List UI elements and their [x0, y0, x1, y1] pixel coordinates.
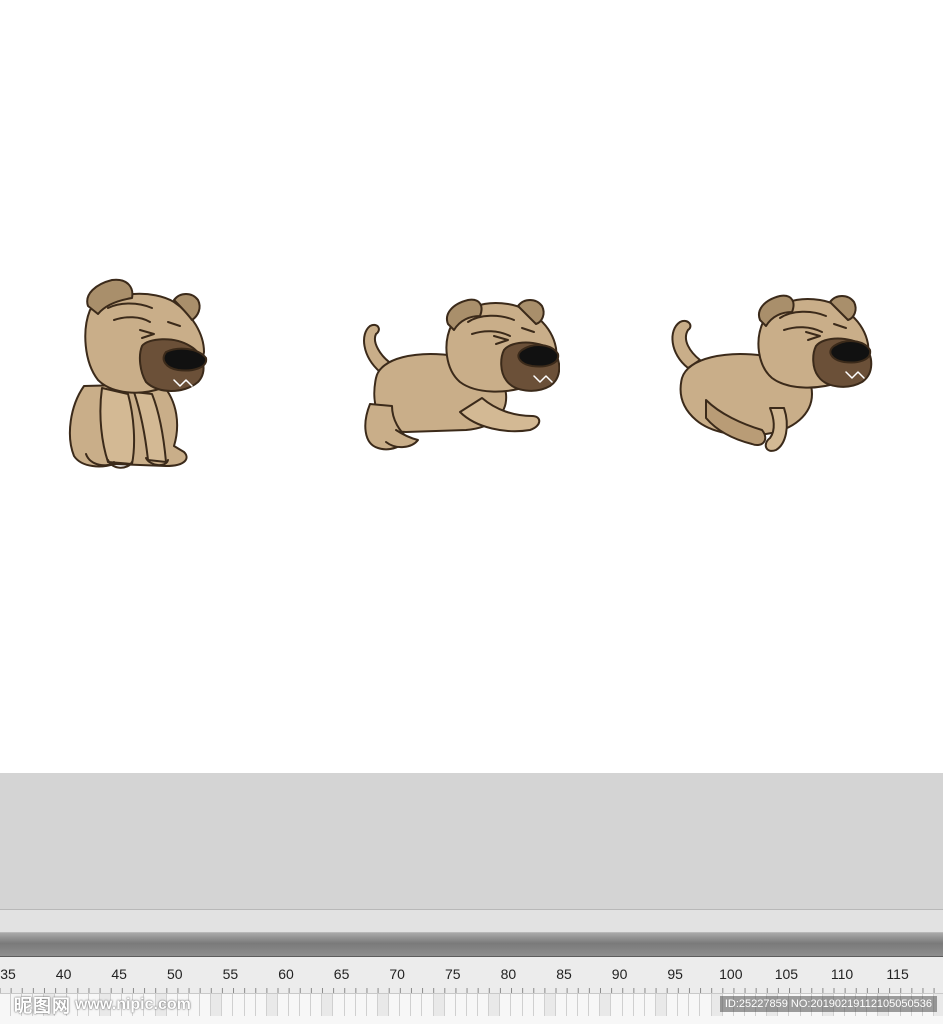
- frame-cell[interactable]: [222, 994, 234, 1016]
- frame-cell[interactable]: [322, 994, 334, 1016]
- frame-cell[interactable]: [423, 994, 434, 1016]
- ruler-label: 55: [222, 966, 239, 982]
- frame-cell[interactable]: [701, 994, 712, 1016]
- frame-cell[interactable]: [300, 994, 312, 1016]
- ruler-label: 75: [445, 966, 461, 982]
- ruler-label: 45: [111, 966, 127, 982]
- frame-cell[interactable]: [345, 994, 356, 1016]
- ruler-label: 115: [886, 966, 909, 982]
- frame-cell[interactable]: [512, 994, 523, 1016]
- frame-cell[interactable]: [634, 994, 645, 1016]
- frame-cell[interactable]: [478, 994, 490, 1016]
- frame-cell[interactable]: [645, 994, 656, 1016]
- frame-cell[interactable]: [445, 994, 456, 1016]
- frame-cell[interactable]: [0, 994, 11, 1016]
- frame-cell[interactable]: [567, 994, 579, 1016]
- frame-cell[interactable]: [234, 994, 245, 1016]
- timeline-header-bar[interactable]: [0, 933, 943, 957]
- ruler-label: 90: [611, 966, 628, 982]
- frame-cell[interactable]: [656, 994, 668, 1016]
- ruler-label: 65: [333, 966, 350, 982]
- frame-cell[interactable]: [589, 994, 601, 1016]
- frame-cell[interactable]: [334, 994, 345, 1016]
- ruler-label: 105: [774, 966, 799, 982]
- frame-cell[interactable]: [623, 994, 634, 1016]
- frame-cell[interactable]: [400, 994, 412, 1016]
- watermark-url: www.nipic.com: [75, 996, 191, 1013]
- ruler-label: 95: [667, 966, 683, 982]
- frame-cell[interactable]: [556, 994, 567, 1016]
- frame-cell[interactable]: [689, 994, 701, 1016]
- ruler-label: 40: [55, 966, 72, 982]
- crouching-dog[interactable]: [356, 294, 560, 456]
- ruler-label: 110: [830, 966, 854, 982]
- frame-cell[interactable]: [500, 994, 512, 1016]
- ruler-label: 100: [719, 966, 743, 982]
- frame-cell[interactable]: [612, 994, 623, 1016]
- leaping-dog[interactable]: [666, 290, 878, 460]
- frame-cell[interactable]: [534, 994, 545, 1016]
- frame-cell[interactable]: [211, 994, 223, 1016]
- frame-cell[interactable]: [489, 994, 501, 1016]
- watermark-logo-text: 昵图网: [14, 996, 71, 1016]
- ruler-label: 60: [278, 966, 294, 982]
- frame-cell[interactable]: [467, 994, 479, 1016]
- frame-cell[interactable]: [256, 994, 267, 1016]
- frame-cell[interactable]: [578, 994, 590, 1016]
- frame-cell[interactable]: [389, 994, 401, 1016]
- ruler-label: 50: [167, 966, 183, 982]
- frame-cell[interactable]: [678, 994, 690, 1016]
- frame-cell[interactable]: [523, 994, 534, 1016]
- frame-cell[interactable]: [378, 994, 390, 1016]
- ruler-label: 80: [500, 966, 517, 982]
- watermark-logo: 昵图网 www.nipic.com: [14, 995, 191, 1016]
- frame-cell[interactable]: [311, 994, 323, 1016]
- frame-cell[interactable]: [600, 994, 612, 1016]
- frame-cell[interactable]: [356, 994, 367, 1016]
- ruler-label: 70: [389, 966, 405, 982]
- frame-cell[interactable]: [544, 994, 556, 1016]
- frame-cell[interactable]: [245, 994, 256, 1016]
- frame-cell[interactable]: [278, 994, 289, 1016]
- panel-divider[interactable]: [0, 909, 943, 933]
- frame-cell[interactable]: [266, 994, 278, 1016]
- frame-cell[interactable]: [456, 994, 467, 1016]
- frame-cell[interactable]: [433, 994, 445, 1016]
- pasteboard-area: [0, 773, 943, 909]
- frame-cell[interactable]: [367, 994, 378, 1016]
- ruler-label: 85: [556, 966, 572, 982]
- animation-stage[interactable]: [0, 0, 943, 773]
- ruler-label: 35: [0, 966, 16, 982]
- sitting-dog[interactable]: [62, 276, 214, 472]
- frame-cell[interactable]: [200, 994, 212, 1016]
- frame-cell[interactable]: [289, 994, 301, 1016]
- frame-cell[interactable]: [667, 994, 679, 1016]
- watermark-id: ID:25227859 NO:20190219112105050536: [719, 996, 937, 1012]
- frame-cell[interactable]: [411, 994, 423, 1016]
